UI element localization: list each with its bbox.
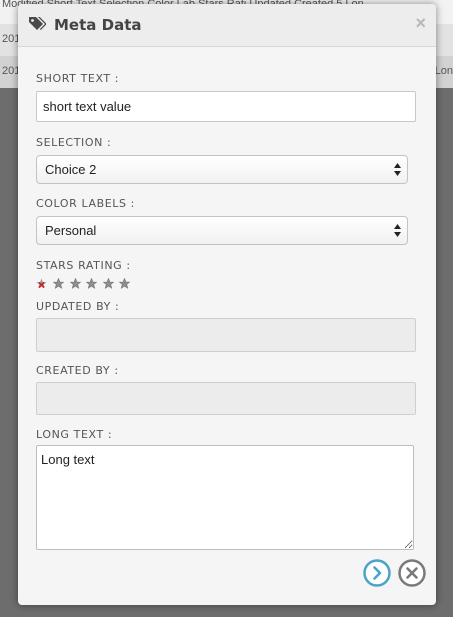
dialog-title: Meta Data	[54, 16, 142, 34]
close-icon[interactable]: ×	[415, 13, 426, 33]
selection-select[interactable]: Choice 2	[36, 155, 408, 184]
short-text-label: SHORT TEXT :	[36, 72, 120, 85]
submit-button[interactable]	[363, 559, 391, 587]
selection-label: SELECTION :	[36, 136, 112, 149]
cancel-rating-icon[interactable]	[36, 278, 47, 289]
updated-by-label: UPDATED BY :	[36, 300, 120, 313]
color-labels-select[interactable]: Personal	[36, 216, 408, 245]
long-text-textarea[interactable]: Long text	[36, 445, 414, 550]
stars-rating	[36, 276, 131, 289]
select-arrows-icon	[394, 163, 401, 176]
dialog-header: Meta Data ×	[18, 4, 436, 47]
tags-icon	[29, 17, 46, 30]
color-labels-value: Personal	[45, 223, 97, 238]
star-icon[interactable]	[102, 278, 114, 289]
created-by-label: CREATED BY :	[36, 364, 119, 377]
short-text-input[interactable]: short text value	[36, 91, 416, 122]
long-text-label: LONG TEXT :	[36, 428, 113, 441]
stars-rating-label: STARS RATING :	[36, 259, 131, 272]
cancel-button[interactable]	[398, 559, 426, 587]
meta-data-dialog: Meta Data × SHORT TEXT : short text valu…	[18, 4, 436, 605]
star-icon[interactable]	[53, 278, 65, 289]
selection-value: Choice 2	[45, 162, 97, 177]
select-arrows-icon	[394, 224, 401, 237]
star-icon[interactable]	[69, 278, 81, 289]
star-icon[interactable]	[86, 278, 98, 289]
created-by-field	[36, 382, 416, 415]
color-labels-label: COLOR LABELS :	[36, 197, 135, 210]
updated-by-field	[36, 318, 416, 352]
star-icon[interactable]	[119, 278, 131, 289]
background-row-cell: Lon	[434, 65, 453, 77]
